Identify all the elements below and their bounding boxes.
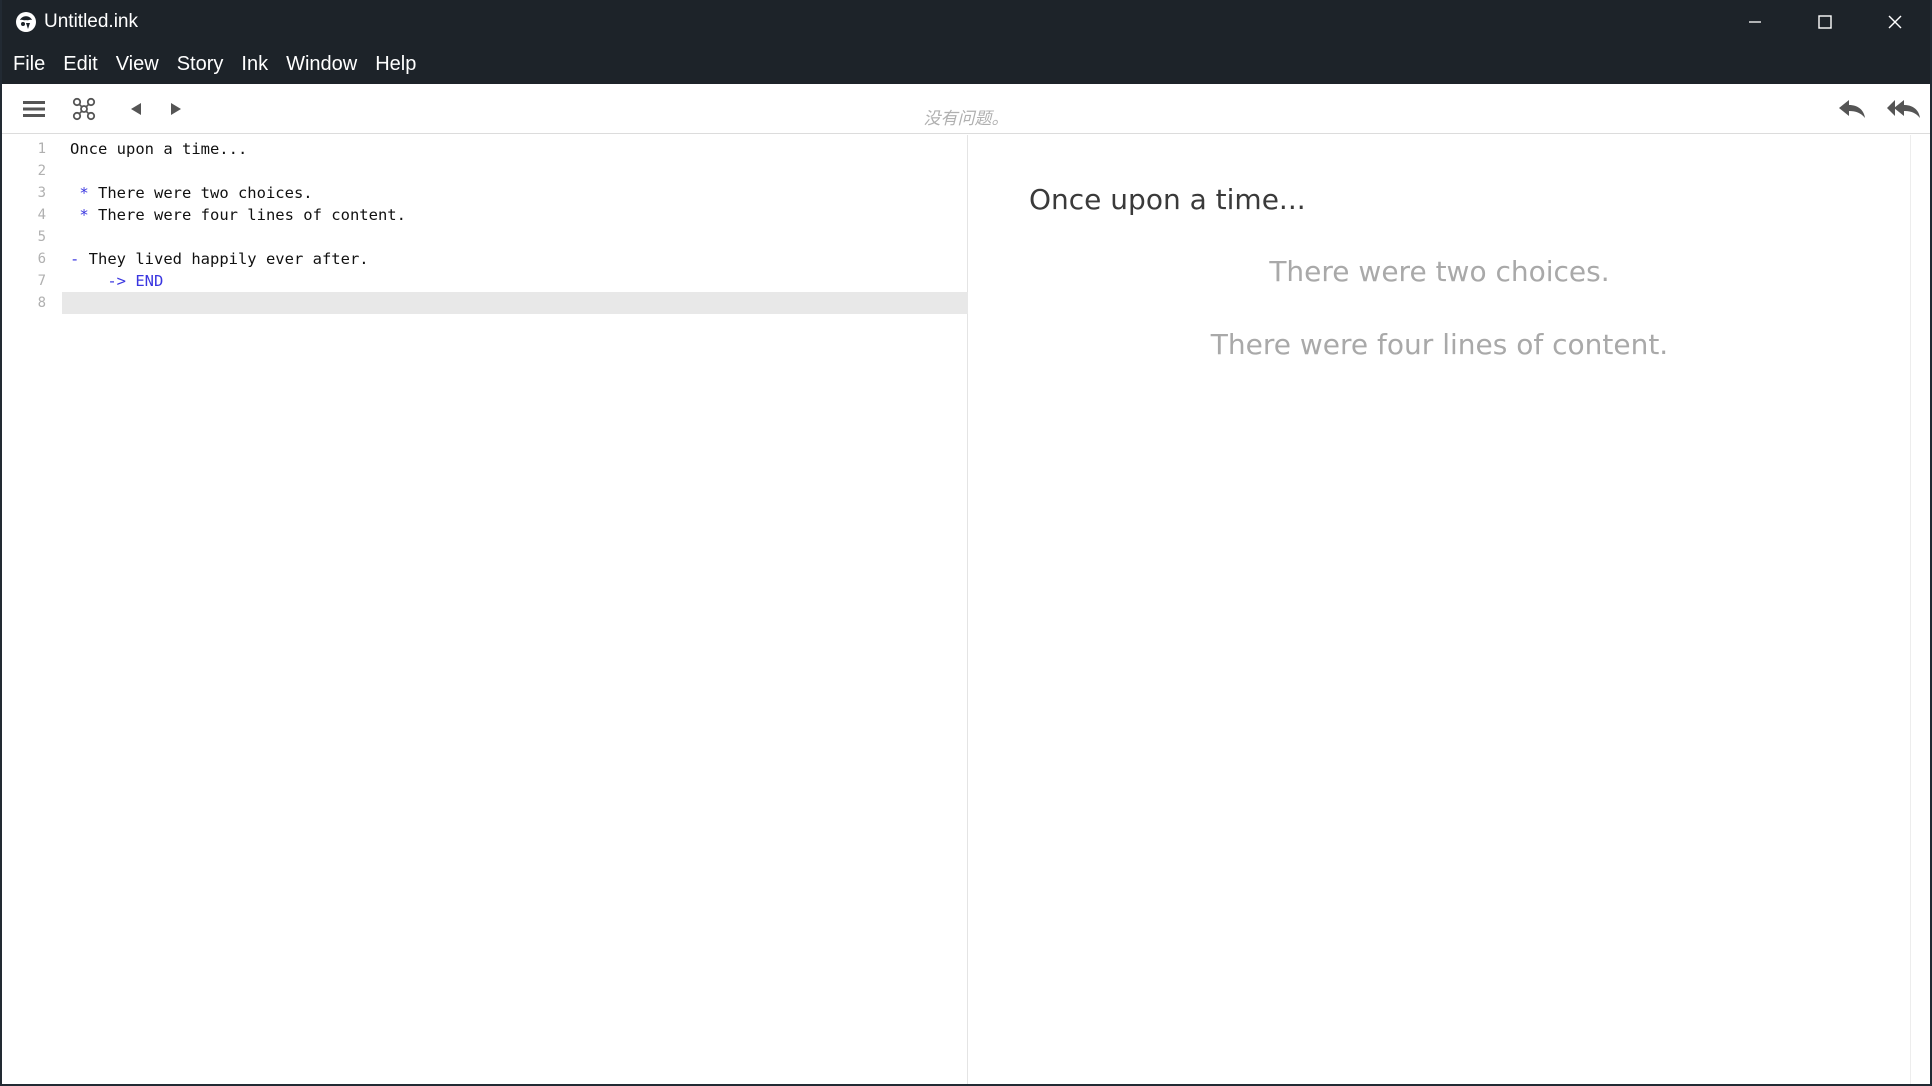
code-editor[interactable]: 1 Once upon a time... 2 3 * There were two … bbox=[2, 135, 968, 1084]
title-bar[interactable]: Untitled.ink bbox=[2, 0, 1930, 44]
editor-line[interactable]: 7 -> END bbox=[2, 270, 968, 292]
menu-story[interactable]: Story bbox=[168, 44, 233, 84]
line-number: 4 bbox=[37, 207, 46, 223]
close-button[interactable] bbox=[1860, 0, 1930, 44]
rewind-one-icon bbox=[1839, 100, 1865, 118]
menu-bar: File Edit View Story Ink Window Help bbox=[2, 44, 1930, 84]
line-number: 6 bbox=[37, 251, 46, 267]
ink-syntax-token: * bbox=[70, 184, 98, 202]
menu-view[interactable]: View bbox=[107, 44, 168, 84]
back-arrow-icon bbox=[131, 103, 141, 115]
window-title: Untitled.ink bbox=[44, 11, 138, 32]
knot-navigator-icon bbox=[72, 97, 96, 121]
forward-arrow-icon bbox=[171, 103, 181, 115]
player-scrollbar[interactable] bbox=[1910, 135, 1930, 1084]
line-number: 1 bbox=[37, 141, 46, 157]
inky-logo-icon bbox=[14, 10, 38, 34]
editor-line[interactable]: 5 bbox=[2, 226, 968, 248]
ink-text-token: They lived happily ever after. bbox=[88, 250, 369, 268]
editor-line[interactable]: 8 bbox=[2, 292, 968, 314]
editor-line[interactable]: 4 * There were four lines of content. bbox=[2, 204, 968, 226]
minimize-button[interactable] bbox=[1720, 0, 1790, 44]
navigate-forward-button[interactable] bbox=[158, 94, 194, 124]
editor-line[interactable]: 2 bbox=[2, 160, 968, 182]
line-code: - They lived happily ever after. bbox=[70, 248, 369, 270]
choice-option-2[interactable]: There were four lines of content. bbox=[969, 328, 1910, 361]
knot-navigator-button[interactable] bbox=[66, 94, 102, 124]
line-code: Once upon a time... bbox=[70, 138, 247, 160]
line-number: 2 bbox=[37, 163, 46, 179]
ink-syntax-token: -> END bbox=[70, 272, 164, 290]
maximize-button[interactable] bbox=[1790, 0, 1860, 44]
line-number: 8 bbox=[37, 295, 46, 311]
line-code: * There were four lines of content. bbox=[70, 204, 406, 226]
editor-line[interactable]: 3 * There were two choices. bbox=[2, 182, 968, 204]
ink-text-token: Once upon a time... bbox=[70, 140, 248, 158]
line-number: 5 bbox=[37, 229, 46, 245]
menu-help[interactable]: Help bbox=[366, 44, 425, 84]
menu-edit[interactable]: Edit bbox=[54, 44, 106, 84]
line-number: 7 bbox=[37, 273, 46, 289]
close-icon bbox=[1888, 15, 1902, 29]
minimize-icon bbox=[1749, 21, 1761, 23]
menu-window[interactable]: Window bbox=[277, 44, 366, 84]
line-number: 3 bbox=[37, 185, 46, 201]
editor-line[interactable]: 6 - They lived happily ever after. bbox=[2, 248, 968, 270]
sidebar-toggle-button[interactable] bbox=[16, 94, 52, 124]
rewind-one-button[interactable] bbox=[1834, 94, 1870, 124]
ink-text-token: There were four lines of content. bbox=[98, 206, 406, 224]
story-player: Once upon a time... There were two choic… bbox=[969, 135, 1910, 1084]
navigate-back-button[interactable] bbox=[118, 94, 154, 124]
ink-syntax-token: - bbox=[70, 250, 89, 268]
choice-option-1[interactable]: There were two choices. bbox=[969, 255, 1910, 288]
toolbar: 没有问题。 bbox=[2, 84, 1930, 134]
app-window: Untitled.ink File Edit View Story Ink Wi… bbox=[0, 0, 1932, 1086]
maximize-icon bbox=[1818, 15, 1832, 29]
menu-ink[interactable]: Ink bbox=[232, 44, 277, 84]
rewind-all-icon bbox=[1887, 100, 1920, 118]
ink-text-token: There were two choices. bbox=[98, 184, 313, 202]
line-code: * There were two choices. bbox=[70, 182, 313, 204]
rewind-all-button[interactable] bbox=[1884, 94, 1924, 124]
editor-line[interactable]: 1 Once upon a time... bbox=[2, 138, 968, 160]
line-code: -> END bbox=[70, 270, 163, 292]
issues-status[interactable]: 没有问题。 bbox=[2, 104, 1930, 129]
story-text: Once upon a time... bbox=[1029, 183, 1306, 216]
ink-syntax-token: * bbox=[70, 206, 98, 224]
menu-icon bbox=[23, 101, 45, 117]
menu-file[interactable]: File bbox=[4, 44, 54, 84]
window-controls bbox=[1720, 0, 1930, 44]
